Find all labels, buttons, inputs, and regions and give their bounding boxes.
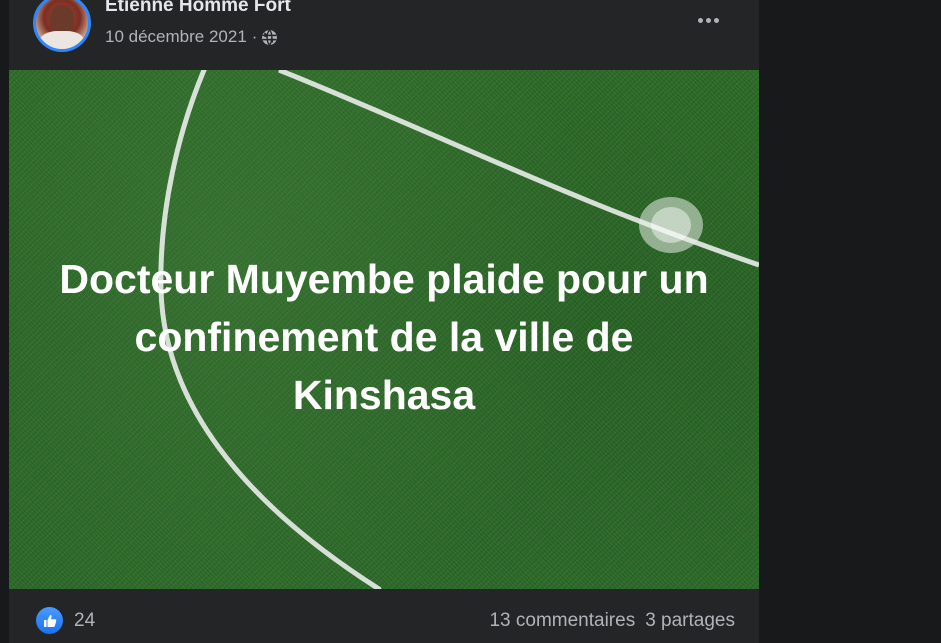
post-header: Etienne Homme Fort 10 décembre 2021 · [9, 0, 759, 70]
like-icon[interactable] [36, 607, 63, 634]
shares-count[interactable]: 3 partages [645, 610, 735, 631]
dot [713, 17, 719, 23]
post-image[interactable]: Docteur Muyembe plaide pour un confineme… [9, 70, 759, 589]
avatar-shirt [40, 31, 84, 49]
post-meta: 10 décembre 2021 · [105, 27, 278, 47]
author-avatar[interactable] [33, 0, 91, 52]
comments-count[interactable]: 13 commentaires [489, 610, 635, 631]
reaction-count[interactable]: 24 [74, 610, 95, 632]
meta-separator: · [251, 27, 258, 46]
post-stats: 13 commentaires 3 partages [489, 610, 735, 632]
dot [705, 17, 711, 23]
dot [697, 17, 703, 23]
image-caption: Docteur Muyembe plaide pour un confineme… [59, 256, 709, 418]
more-options-icon[interactable] [690, 4, 726, 36]
post-footer: 24 13 commentaires 3 partages [9, 589, 759, 643]
author-name[interactable]: Etienne Homme Fort [105, 0, 291, 17]
post-card: Etienne Homme Fort 10 décembre 2021 · Do… [9, 0, 759, 643]
post-date[interactable]: 10 décembre 2021 [105, 27, 247, 47]
thumbs-up-icon [43, 614, 56, 627]
globe-icon[interactable] [261, 29, 278, 46]
